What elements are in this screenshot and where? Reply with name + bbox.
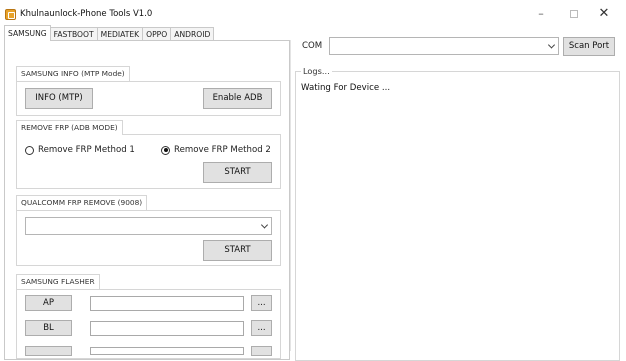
tab-fastboot[interactable]: FASTBOOT [49, 27, 98, 41]
close-button[interactable]: ✕ [594, 6, 614, 22]
remove-frp-method-1-radio[interactable]: Remove FRP Method 1 [25, 145, 135, 155]
bl-browse-button[interactable]: ... [251, 320, 272, 336]
ap-path-input[interactable] [90, 296, 244, 311]
com-port-select[interactable] [329, 37, 559, 55]
qualcomm-title: QUALCOMM FRP REMOVE (9008) [16, 195, 148, 210]
remove-frp-method-2-radio[interactable]: Remove FRP Method 2 [161, 145, 271, 155]
remove-frp-method-2-label: Remove FRP Method 2 [174, 145, 271, 155]
tab-android[interactable]: ANDROID [170, 27, 215, 41]
cp-path-input[interactable] [90, 347, 244, 355]
logs-title: Logs... [301, 66, 332, 76]
minimize-button[interactable]: – [531, 6, 551, 22]
qualcomm-port-select[interactable] [25, 217, 272, 235]
log-message: Wating For Device ... [301, 83, 391, 93]
ap-button[interactable]: AP [25, 295, 72, 311]
remove-frp-start-button[interactable]: START [203, 162, 272, 183]
cp-button[interactable] [25, 346, 72, 356]
title-bar: Khulnaunlock-Phone Tools V1.0 – ✕ [0, 0, 626, 29]
bl-button[interactable]: BL [25, 320, 72, 336]
chevron-down-icon [260, 221, 269, 229]
radio-unchecked-icon [25, 145, 34, 155]
bl-path-input[interactable] [90, 321, 244, 336]
scan-port-button[interactable]: Scan Port [563, 37, 615, 56]
logs-panel [295, 71, 620, 361]
tab-strip: SAMSUNG FASTBOOT MEDIATEK OPPO ANDROID [4, 25, 215, 41]
remove-frp-method-1-label: Remove FRP Method 1 [38, 145, 135, 155]
tab-oppo[interactable]: OPPO [142, 27, 172, 41]
radio-checked-icon [161, 145, 170, 155]
com-label: COM [302, 41, 323, 51]
info-mtp-button[interactable]: INFO (MTP) [25, 88, 93, 109]
qualcomm-start-button[interactable]: START [203, 240, 272, 261]
remove-frp-title: REMOVE FRP (ADB MODE) [16, 120, 123, 135]
cp-browse-button[interactable] [251, 346, 272, 356]
tab-mediatek[interactable]: MEDIATEK [96, 27, 144, 41]
samsung-flasher-title: SAMSUNG FLASHER [16, 274, 100, 289]
ap-browse-button[interactable]: ... [251, 295, 272, 311]
app-icon [5, 9, 16, 20]
panel-divider [290, 40, 291, 351]
window-title: Khulnaunlock-Phone Tools V1.0 [20, 9, 153, 19]
chevron-down-icon [547, 41, 556, 49]
tab-samsung[interactable]: SAMSUNG [4, 25, 51, 41]
maximize-icon [570, 10, 578, 18]
samsung-info-title: SAMSUNG INFO (MTP Mode) [16, 66, 130, 81]
maximize-button[interactable] [564, 6, 584, 22]
enable-adb-button[interactable]: Enable ADB [203, 88, 272, 109]
